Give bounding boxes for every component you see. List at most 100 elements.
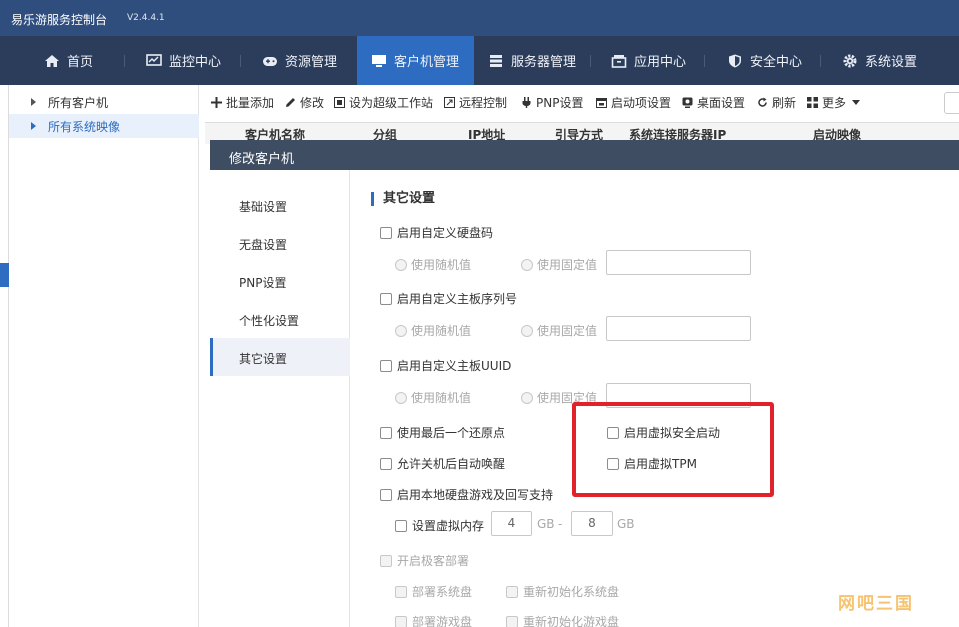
checkbox-box <box>380 554 392 567</box>
batch-add-label: 批量添加 <box>226 95 275 110</box>
server-icon <box>488 54 504 68</box>
refresh-label: 刷新 <box>772 95 797 110</box>
tree-item-label: 所有客户机 <box>48 95 109 110</box>
dialog-nav: 基础设置 无盘设置 PNP设置 个性化设置 其它设置 <box>210 170 350 627</box>
board-serial-random-radio[interactable]: 使用随机值 <box>395 322 471 339</box>
disk-code-fixed-radio[interactable]: 使用固定值 <box>521 256 597 273</box>
remote-control-button[interactable]: 远程控制 <box>444 94 507 110</box>
more-button[interactable]: 更多 <box>807 94 861 110</box>
nav-item-security-center[interactable]: 安全中心 <box>727 36 802 85</box>
edit-client-dialog: 修改客户机 基础设置 无盘设置 PNP设置 个性化设置 其它设置 其它设置 启用… <box>210 140 959 627</box>
nav-item-monitor[interactable]: 监控中心 <box>146 36 221 85</box>
deploy-system-disk-checkbox[interactable]: 部署系统盘 <box>395 583 472 600</box>
desktop-icon <box>371 54 387 68</box>
checkbox-label: 部署游戏盘 <box>412 615 473 627</box>
nav-label: 首页 <box>67 55 94 70</box>
board-serial-fixed-radio[interactable]: 使用固定值 <box>521 322 597 339</box>
gear-icon <box>842 54 858 68</box>
nav-item-system-settings[interactable]: 系统设置 <box>842 36 917 85</box>
caret-right-icon <box>31 122 36 130</box>
checkbox-label: 部署系统盘 <box>412 585 473 599</box>
section-title: 其它设置 <box>371 192 435 206</box>
nav-label: 服务器管理 <box>511 55 577 70</box>
dialog-nav-basic[interactable]: 基础设置 <box>210 186 350 224</box>
set-super-workstation-button[interactable]: 设为超级工作站 <box>334 94 433 110</box>
nav-label: 客户机管理 <box>394 55 460 70</box>
tree-item-label: 所有系统映像 <box>48 119 121 134</box>
checkbox-label: 设置虚拟内存 <box>412 519 485 533</box>
board-uuid-random-radio[interactable]: 使用随机值 <box>395 389 471 406</box>
other-settings-panel: 其它设置 启用自定义硬盘码 使用随机值 使用固定值 启用自定义主板序列号 使用随… <box>351 170 959 627</box>
disk-code-value-input[interactable] <box>606 250 751 275</box>
reinit-game-disk-checkbox[interactable]: 重新初始化游戏盘 <box>506 613 619 627</box>
main-nav: 首页 监控中心 资源管理 客户机管理 服务器管理 应用中心 安全中心 系统设置 <box>0 36 959 85</box>
tree-item-all-clients[interactable]: 所有客户机 <box>9 90 199 114</box>
chevron-down-icon <box>852 99 861 105</box>
toolbar: 批量添加 修改 设为超级工作站 远程控制 PNP设置 启动项设置 桌面设置 刷新… <box>200 85 959 119</box>
nav-label: 监控中心 <box>169 55 222 70</box>
virtual-memory-checkbox[interactable]: 设置虚拟内存 <box>395 517 484 534</box>
refresh-button[interactable]: 刷新 <box>757 94 796 110</box>
batch-add-button[interactable]: 批量添加 <box>211 94 274 110</box>
edit-label: 修改 <box>300 95 325 110</box>
checkbox-label: 重新初始化游戏盘 <box>523 615 620 627</box>
edit-button[interactable]: 修改 <box>285 94 324 110</box>
boot-icon <box>596 97 607 108</box>
deploy-game-disk-checkbox[interactable]: 部署游戏盘 <box>395 613 472 627</box>
pencil-icon <box>285 97 296 108</box>
virtual-memory-max-input[interactable]: 8 <box>571 511 613 536</box>
unit-label: GB <box>537 517 555 531</box>
allow-wake-after-shutdown-checkbox[interactable]: 允许关机后自动唤醒 <box>380 455 505 472</box>
dialog-nav-diskless[interactable]: 无盘设置 <box>210 224 350 262</box>
desktop-settings-button[interactable]: 桌面设置 <box>682 94 745 110</box>
pnp-settings-button[interactable]: PNP设置 <box>521 94 583 110</box>
app-title: 易乐游服务控制台 <box>11 13 108 27</box>
custom-board-serial-checkbox[interactable]: 启用自定义主板序列号 <box>380 290 517 307</box>
radio-dot <box>521 324 533 337</box>
radio-label: 使用随机值 <box>411 391 472 405</box>
boot-settings-button[interactable]: 启动项设置 <box>596 94 671 110</box>
dialog-nav-other[interactable]: 其它设置 <box>210 338 350 376</box>
desktop-settings-label: 桌面设置 <box>697 95 746 110</box>
home-icon <box>44 54 60 68</box>
fast-deploy-checkbox[interactable]: 开启极客部署 <box>380 552 469 569</box>
set-super-workstation-label: 设为超级工作站 <box>349 95 434 110</box>
title-bar: 易乐游服务控制台 V2.4.4.1 <box>0 0 959 36</box>
shield-icon <box>727 54 743 68</box>
gamepad-icon <box>262 54 278 68</box>
custom-disk-code-checkbox[interactable]: 启用自定义硬盘码 <box>380 224 493 241</box>
radio-dot <box>521 258 533 271</box>
dialog-nav-pnp[interactable]: PNP设置 <box>210 262 350 300</box>
checkbox-label: 启用自定义硬盘码 <box>397 226 494 240</box>
radio-label: 使用随机值 <box>411 324 472 338</box>
nav-item-app-center[interactable]: 应用中心 <box>611 36 686 85</box>
plus-icon <box>211 96 222 108</box>
checkbox-box <box>395 585 407 598</box>
checkbox-box <box>380 426 392 439</box>
workstation-icon <box>334 96 345 108</box>
board-serial-value-input[interactable] <box>606 316 751 341</box>
use-last-restore-point-checkbox[interactable]: 使用最后一个还原点 <box>380 424 505 441</box>
radio-dot <box>521 391 533 404</box>
tree-item-all-system-images[interactable]: 所有系统映像 <box>9 114 199 138</box>
nav-item-client-management[interactable]: 客户机管理 <box>357 36 474 85</box>
checkbox-label: 启用自定义主板UUID <box>397 359 512 373</box>
watermark-logo: 网吧三国 <box>838 594 914 614</box>
checkbox-box <box>380 488 392 501</box>
checkbox-box <box>395 615 407 627</box>
virtual-memory-min-input[interactable]: 4 <box>491 511 532 536</box>
remote-control-label: 远程控制 <box>459 95 508 110</box>
radio-label: 使用固定值 <box>537 258 598 272</box>
search-input[interactable] <box>944 92 959 114</box>
disk-code-random-radio[interactable]: 使用随机值 <box>395 256 471 273</box>
nav-item-home[interactable]: 首页 <box>44 36 93 85</box>
reinit-system-disk-checkbox[interactable]: 重新初始化系统盘 <box>506 583 619 600</box>
checkbox-label: 开启极客部署 <box>397 554 470 568</box>
nav-item-server-management[interactable]: 服务器管理 <box>488 36 576 85</box>
dialog-nav-personalization[interactable]: 个性化设置 <box>210 300 350 338</box>
nav-item-resource[interactable]: 资源管理 <box>262 36 337 85</box>
outer-strip <box>0 85 9 627</box>
checkbox-label: 使用最后一个还原点 <box>397 426 506 440</box>
custom-board-uuid-checkbox[interactable]: 启用自定义主板UUID <box>380 357 511 374</box>
local-disk-game-writeback-checkbox[interactable]: 启用本地硬盘游戏及回写支持 <box>380 486 553 503</box>
